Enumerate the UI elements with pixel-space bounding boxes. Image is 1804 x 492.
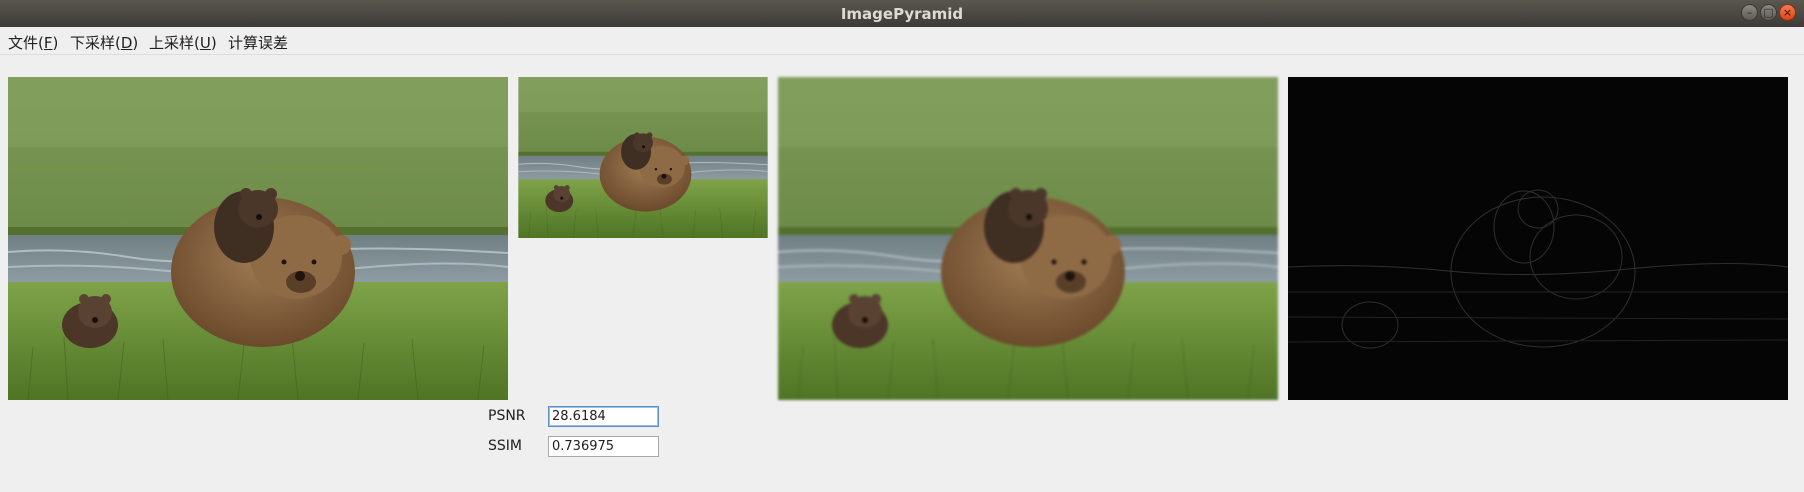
psnr-field[interactable] [548,406,659,427]
menu-compute-error[interactable]: 计算误差 [228,32,288,53]
menu-file-mnemonic: F [43,34,53,52]
menu-file-label: 文件( [8,34,44,52]
downsampled-image [518,77,768,238]
title-bar: ImagePyramid – □ × [0,0,1804,27]
menu-upsample-mnemonic: U [199,34,211,52]
menu-downsample[interactable]: 下采样(D) [70,32,138,53]
menu-downsample-mnemonic: D [120,34,133,52]
menu-bar: 文件(F) 下采样(D) 上采样(U) 计算误差 [0,27,1804,55]
menu-file[interactable]: 文件(F) [8,32,58,53]
ssim-label: SSIM [488,438,522,454]
psnr-label: PSNR [488,408,526,424]
upsampled-image [778,77,1278,400]
menu-compute-error-label: 计算误差 [228,34,289,52]
window-title: ImagePyramid [840,5,964,23]
original-image [8,77,508,400]
menu-upsample[interactable]: 上采样(U) [149,32,217,53]
menu-downsample-suffix: ) [132,34,139,52]
ssim-field[interactable] [548,436,659,457]
menu-file-suffix: ) [52,34,59,52]
minimize-button[interactable]: – [1741,4,1758,21]
difference-image [1288,77,1788,400]
menu-downsample-label: 下采样( [70,34,121,52]
menu-upsample-suffix: ) [210,34,217,52]
maximize-button[interactable]: □ [1760,4,1777,21]
menu-upsample-label: 上采样( [149,34,200,52]
close-button[interactable]: × [1779,4,1796,21]
